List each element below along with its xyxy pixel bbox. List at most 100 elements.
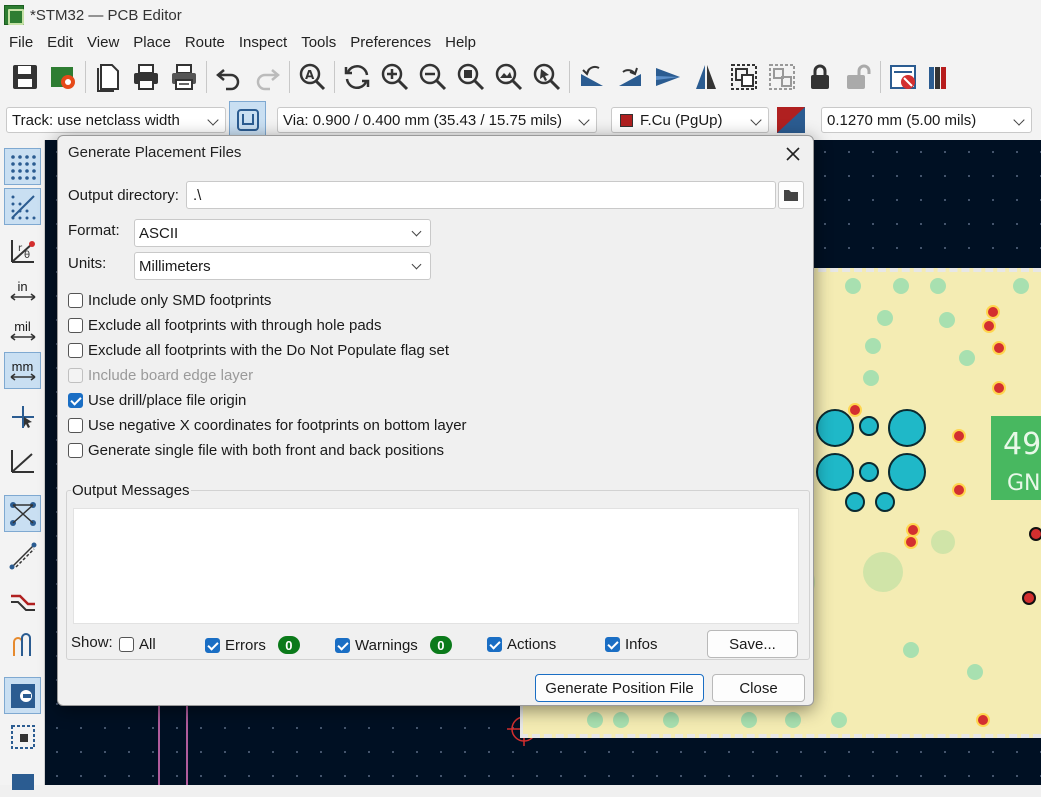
- ratsnest-icon[interactable]: [4, 495, 41, 532]
- mirror-vertical-icon[interactable]: [651, 60, 685, 94]
- filter-warnings-checkbox[interactable]: [335, 637, 350, 653]
- filter-errors[interactable]: Errors 0: [205, 636, 300, 654]
- chevron-down-icon: [411, 259, 422, 270]
- filter-warnings[interactable]: Warnings 0: [335, 636, 452, 654]
- filter-actions-checkbox[interactable]: [487, 637, 502, 652]
- redo-icon[interactable]: [250, 60, 284, 94]
- via-display-icon[interactable]: [4, 626, 41, 663]
- menu-file[interactable]: File: [2, 34, 40, 51]
- zoom-selection-icon[interactable]: [530, 60, 564, 94]
- lock-icon[interactable]: [803, 60, 837, 94]
- filter-actions[interactable]: Actions: [487, 636, 556, 653]
- filter-all[interactable]: All: [119, 636, 156, 653]
- units-mils-label: mil: [14, 319, 31, 334]
- drill-origin-label: Use drill/place file origin: [88, 392, 247, 409]
- track-highlight-icon[interactable]: [4, 582, 41, 619]
- generate-position-file-button[interactable]: Generate Position File: [535, 674, 704, 702]
- track-width-select[interactable]: Track: use netclass width: [6, 107, 226, 133]
- filter-infos[interactable]: Infos: [605, 636, 658, 653]
- unlock-icon[interactable]: [841, 60, 875, 94]
- option-board-edge: Include board edge layer: [68, 367, 253, 384]
- save-icon[interactable]: [8, 60, 42, 94]
- plot-icon[interactable]: [167, 60, 201, 94]
- units-mils-button[interactable]: mil: [4, 312, 41, 349]
- grid-dots-icon[interactable]: [4, 148, 41, 185]
- menu-route[interactable]: Route: [178, 34, 232, 51]
- library-icon[interactable]: [924, 60, 958, 94]
- smd-only-checkbox[interactable]: [68, 293, 83, 308]
- rotate-cw-icon[interactable]: [613, 60, 647, 94]
- units-select[interactable]: Millimeters: [134, 252, 431, 280]
- menu-edit[interactable]: Edit: [40, 34, 80, 51]
- format-select[interactable]: ASCII: [134, 219, 431, 247]
- close-button[interactable]: Close: [712, 674, 805, 702]
- close-icon[interactable]: [781, 142, 805, 166]
- group-icon[interactable]: [727, 60, 761, 94]
- print-icon[interactable]: [129, 60, 163, 94]
- menu-preferences[interactable]: Preferences: [343, 34, 438, 51]
- board-setup-icon[interactable]: [46, 60, 80, 94]
- menu-view[interactable]: View: [80, 34, 126, 51]
- zoom-fit-icon[interactable]: [454, 60, 488, 94]
- ungroup-icon[interactable]: [765, 60, 799, 94]
- polar-coords-icon[interactable]: rθ: [4, 232, 41, 269]
- more-tools-icon[interactable]: [4, 760, 41, 797]
- option-smd-only[interactable]: Include only SMD footprints: [68, 292, 271, 309]
- magenta-track: [158, 700, 160, 785]
- option-exclude-dnp[interactable]: Exclude all footprints with the Do Not P…: [68, 342, 449, 359]
- filter-infos-checkbox[interactable]: [605, 637, 620, 652]
- folder-icon: [784, 190, 798, 201]
- option-exclude-through-hole[interactable]: Exclude all footprints with through hole…: [68, 317, 382, 334]
- show-label: Show:: [71, 634, 113, 651]
- single-file-checkbox[interactable]: [68, 443, 83, 458]
- select-area-icon[interactable]: [4, 718, 41, 755]
- find-icon[interactable]: A: [295, 60, 329, 94]
- filter-errors-checkbox[interactable]: [205, 637, 220, 653]
- browse-folder-button[interactable]: [778, 181, 804, 209]
- exclude-dnp-checkbox[interactable]: [68, 343, 83, 358]
- layer-value: F.Cu (PgUp): [640, 111, 723, 129]
- toolbar-separator: [206, 61, 207, 93]
- layer-pair-indicator[interactable]: [775, 105, 807, 135]
- filter-all-label: All: [139, 636, 156, 653]
- track-width-value: Track: use netclass width: [12, 111, 180, 129]
- zoom-in-icon[interactable]: [378, 60, 412, 94]
- drc-icon[interactable]: [886, 60, 920, 94]
- cursor-crosshair-icon[interactable]: [4, 398, 41, 435]
- chevron-down-icon: [1013, 114, 1025, 126]
- via-size-select[interactable]: Via: 0.900 / 0.400 mm (35.43 / 15.75 mil…: [277, 107, 597, 133]
- auto-track-width-button[interactable]: [229, 101, 266, 138]
- layer-select[interactable]: F.Cu (PgUp): [611, 107, 769, 133]
- refresh-icon[interactable]: [340, 60, 374, 94]
- angle-icon[interactable]: [4, 442, 41, 479]
- curved-ratsnest-icon[interactable]: [4, 537, 41, 574]
- rotate-ccw-icon[interactable]: [575, 60, 609, 94]
- save-messages-button[interactable]: Save...: [707, 630, 798, 658]
- units-mm-button[interactable]: mm: [4, 352, 41, 389]
- drill-origin-checkbox[interactable]: [68, 393, 83, 408]
- menu-tools[interactable]: Tools: [294, 34, 343, 51]
- undo-icon[interactable]: [212, 60, 246, 94]
- option-single-file[interactable]: Generate single file with both front and…: [68, 442, 444, 459]
- menu-inspect[interactable]: Inspect: [232, 34, 294, 51]
- negative-x-checkbox[interactable]: [68, 418, 83, 433]
- option-negative-x[interactable]: Use negative X coordinates for footprint…: [68, 417, 467, 434]
- units-inches-button[interactable]: in: [4, 272, 41, 309]
- output-messages-box[interactable]: [73, 508, 799, 624]
- mirror-horizontal-icon[interactable]: [689, 60, 723, 94]
- chevron-down-icon: [750, 114, 762, 126]
- zoom-out-icon[interactable]: [416, 60, 450, 94]
- high-contrast-icon[interactable]: [4, 677, 41, 714]
- option-drill-origin[interactable]: Use drill/place file origin: [68, 392, 246, 409]
- grid-size-select[interactable]: 0.1270 mm (5.00 mils): [821, 107, 1032, 133]
- menu-place[interactable]: Place: [126, 34, 178, 51]
- menu-help[interactable]: Help: [438, 34, 483, 51]
- filter-actions-label: Actions: [507, 636, 557, 653]
- zoom-objects-icon[interactable]: [492, 60, 526, 94]
- filter-all-checkbox[interactable]: [119, 637, 134, 652]
- filter-infos-label: Infos: [625, 636, 658, 653]
- grid-overrides-icon[interactable]: [4, 188, 41, 225]
- output-directory-input[interactable]: .\: [186, 181, 776, 209]
- page-settings-icon[interactable]: [91, 60, 125, 94]
- exclude-through-hole-checkbox[interactable]: [68, 318, 83, 333]
